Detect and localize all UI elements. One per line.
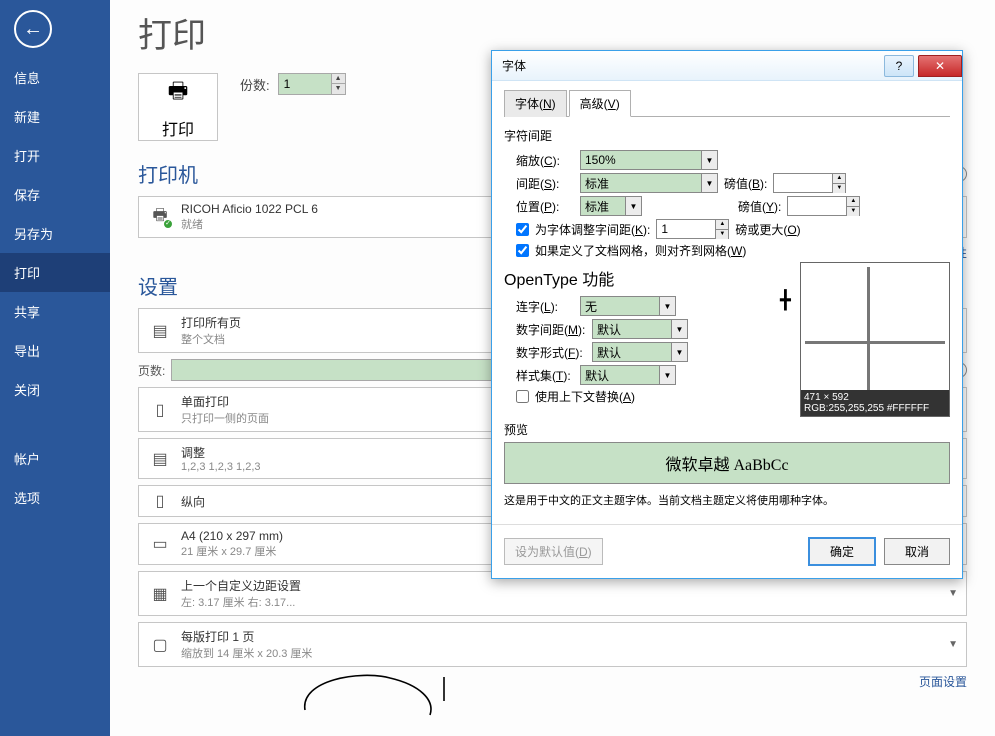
sheet-icon: ▢	[147, 635, 173, 655]
context-alt-checkbox[interactable]	[516, 390, 529, 403]
chevron-down-icon[interactable]: ▼	[701, 151, 717, 169]
print-button[interactable]: 🖶 打印	[138, 73, 218, 141]
chevron-down-icon[interactable]: ▼	[659, 297, 675, 315]
point-y-label: 磅值(Y):	[738, 198, 781, 215]
chevron-down-icon[interactable]: ▼	[671, 343, 687, 361]
print-button-label: 打印	[162, 116, 194, 140]
sidebar-item-print[interactable]: 打印	[0, 253, 110, 292]
scale-input[interactable]	[581, 151, 701, 169]
copies-label: 份数:	[240, 75, 270, 94]
tab-advanced[interactable]: 高级(V)	[569, 90, 631, 117]
sidebar-item-open[interactable]: 打开	[0, 136, 110, 175]
preview-description: 这是用于中文的正文主题字体。当前文档主题定义将使用哪种字体。	[504, 492, 950, 508]
snap-grid-checkbox[interactable]	[516, 244, 529, 257]
per-sheet-select[interactable]: ▢每版打印 1 页缩放到 14 厘米 x 20.3 厘米▼	[138, 622, 967, 667]
chevron-down-icon: ▼	[948, 588, 958, 599]
copies-down[interactable]: ▼	[332, 84, 345, 93]
ok-button[interactable]: 确定	[808, 537, 876, 566]
sidebar-item-info[interactable]: 信息	[0, 58, 110, 97]
font-preview: 微软卓越 AaBbCc	[504, 442, 950, 484]
context-alt-label: 使用上下文替换(A)	[535, 388, 635, 405]
font-dialog: 字体 ? ✕ 字体(N) 高级(V) 字符间距 缩放(C): ▼ 间距(S): …	[491, 50, 963, 579]
num-form-label: 数字形式(F):	[516, 344, 586, 361]
ligature-select[interactable]: ▼	[580, 296, 676, 316]
margins-icon: ▦	[147, 584, 173, 604]
chevron-down-icon[interactable]: ▼	[671, 320, 687, 338]
num-spacing-label: 数字间距(M):	[516, 321, 586, 338]
styleset-label: 样式集(T):	[516, 367, 574, 384]
printer-icon: 🖶	[168, 74, 189, 112]
backstage-sidebar: ← 信息 新建 打开 保存 另存为 打印 共享 导出 关闭 帐户 选项	[0, 0, 110, 736]
preview-label: 预览	[504, 421, 950, 438]
collate-icon: ▤	[147, 449, 173, 469]
pages-label: 页数:	[138, 362, 165, 379]
kerning-input[interactable]	[657, 220, 715, 238]
snap-grid-label: 如果定义了文档网格，则对齐到网格(W)	[535, 242, 746, 259]
document-icon: ▤	[147, 321, 173, 341]
spacing-select[interactable]: ▼	[580, 173, 718, 193]
crosshair-h-icon	[805, 341, 945, 344]
dialog-title: 字体	[502, 57, 884, 74]
coord-rgb: RGB:255,255,255 #FFFFFF	[804, 403, 946, 414]
kerning-label: 为字体调整字间距(K):	[535, 221, 650, 238]
styleset-select[interactable]: ▼	[580, 365, 676, 385]
kerning-spinner[interactable]: ▲▼	[656, 219, 729, 239]
copies-spinner[interactable]: ▲▼	[278, 73, 346, 95]
point-y-input[interactable]	[788, 197, 846, 215]
color-picker-preview: 471 × 592RGB:255,255,255 #FFFFFF	[800, 262, 950, 417]
kerning-checkbox[interactable]	[516, 223, 529, 236]
num-form-select[interactable]: ▼	[592, 342, 688, 362]
page-icon: ▯	[147, 400, 173, 420]
sidebar-item-share[interactable]: 共享	[0, 292, 110, 331]
coord-size: 471 × 592	[804, 392, 946, 403]
position-select[interactable]: ▼	[580, 196, 642, 216]
portrait-icon: ▯	[147, 491, 173, 511]
printer-header: 打印机	[138, 159, 198, 188]
cancel-button[interactable]: 取消	[884, 538, 950, 565]
sidebar-item-saveas[interactable]: 另存为	[0, 214, 110, 253]
sidebar-item-new[interactable]: 新建	[0, 97, 110, 136]
page-setup-link[interactable]: 页面设置	[138, 673, 967, 690]
back-button[interactable]: ←	[14, 10, 52, 48]
chevron-down-icon[interactable]: ▼	[625, 197, 641, 215]
opentype-group-label: OpenType 功能	[504, 266, 794, 290]
sidebar-item-save[interactable]: 保存	[0, 175, 110, 214]
back-arrow-icon: ←	[23, 18, 43, 41]
position-label: 位置(P):	[516, 198, 574, 215]
spacing-group-label: 字符间距	[504, 127, 950, 144]
spacing-label: 间距(S):	[516, 175, 574, 192]
point-y-spinner[interactable]: ▲▼	[787, 196, 860, 216]
sidebar-item-close[interactable]: 关闭	[0, 370, 110, 409]
set-default-button[interactable]: 设为默认值(D)	[504, 538, 603, 565]
position-input[interactable]	[581, 197, 625, 215]
copies-input[interactable]	[279, 74, 331, 94]
ligature-label: 连字(L):	[516, 298, 574, 315]
spacing-input[interactable]	[581, 174, 701, 192]
num-spacing-select[interactable]: ▼	[592, 319, 688, 339]
point-b-spinner[interactable]: ▲▼	[773, 173, 846, 193]
scale-select[interactable]: ▼	[580, 150, 718, 170]
scale-label: 缩放(C):	[516, 152, 574, 169]
copies-up[interactable]: ▲	[332, 74, 345, 84]
chevron-down-icon[interactable]: ▼	[659, 366, 675, 384]
dialog-titlebar[interactable]: 字体 ? ✕	[492, 51, 962, 81]
kerning-unit: 磅或更大(O)	[735, 221, 800, 238]
sidebar-item-account[interactable]: 帐户	[0, 439, 110, 478]
status-ready-icon: ✓	[163, 219, 173, 229]
help-button[interactable]: ?	[884, 55, 914, 77]
close-button[interactable]: ✕	[918, 55, 962, 77]
point-b-label: 磅值(B):	[724, 175, 767, 192]
chevron-down-icon[interactable]: ▼	[701, 174, 717, 192]
tab-font[interactable]: 字体(N)	[504, 90, 567, 117]
paper-icon: ▭	[147, 534, 173, 554]
settings-header: 设置	[138, 271, 178, 300]
point-b-input[interactable]	[774, 174, 832, 192]
sidebar-item-options[interactable]: 选项	[0, 478, 110, 517]
chevron-down-icon: ▼	[948, 639, 958, 650]
sidebar-item-export[interactable]: 导出	[0, 331, 110, 370]
